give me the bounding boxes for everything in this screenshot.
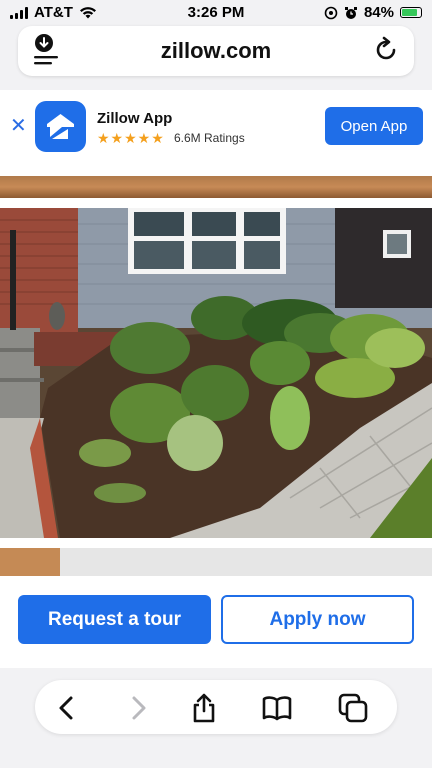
ratings-count: 6.6M Ratings [174, 131, 245, 145]
reload-icon[interactable] [372, 36, 400, 64]
share-icon[interactable] [188, 692, 220, 724]
back-icon[interactable] [51, 692, 83, 724]
app-name: Zillow App [97, 110, 173, 127]
tabs-icon[interactable] [337, 692, 369, 724]
open-app-button[interactable]: Open App [325, 107, 423, 145]
url-field[interactable]: zillow.com [18, 26, 414, 76]
star-rating-icon: ★★★★★ [97, 130, 165, 146]
battery-fill [402, 9, 418, 16]
apply-now-button[interactable]: Apply now [221, 595, 414, 644]
close-banner-button[interactable]: ✕ [10, 116, 27, 136]
zillow-app-icon [35, 101, 86, 152]
bookmarks-icon[interactable] [261, 692, 293, 724]
alarm-icon [344, 6, 357, 19]
battery-charging-icon [400, 7, 422, 18]
front-yard-garden-photo[interactable] [0, 208, 432, 538]
domain-label: zillow.com [160, 38, 272, 63]
zillow-logo-icon [47, 114, 74, 139]
previous-photo-strip[interactable] [0, 176, 432, 198]
forward-icon[interactable] [122, 692, 154, 724]
browser-toolbar [0, 668, 432, 768]
next-photo-strip[interactable] [0, 548, 432, 576]
location-icon [324, 6, 338, 19]
address-bar: zillow.com [0, 26, 432, 90]
status-bar: AT&T 3:26 PM 84% [0, 0, 432, 26]
status-right: 84% [324, 4, 422, 21]
request-tour-button[interactable]: Request a tour [18, 595, 211, 644]
toolbar-pill [35, 680, 397, 734]
spacer [0, 162, 432, 176]
action-bar: Request a tour Apply now [0, 580, 432, 658]
smart-app-banner: ✕ Zillow App ★★★★★ 6.6M Ratings Open App [0, 90, 432, 162]
battery-percent: 84% [363, 4, 394, 21]
garden-illustration [0, 208, 432, 538]
